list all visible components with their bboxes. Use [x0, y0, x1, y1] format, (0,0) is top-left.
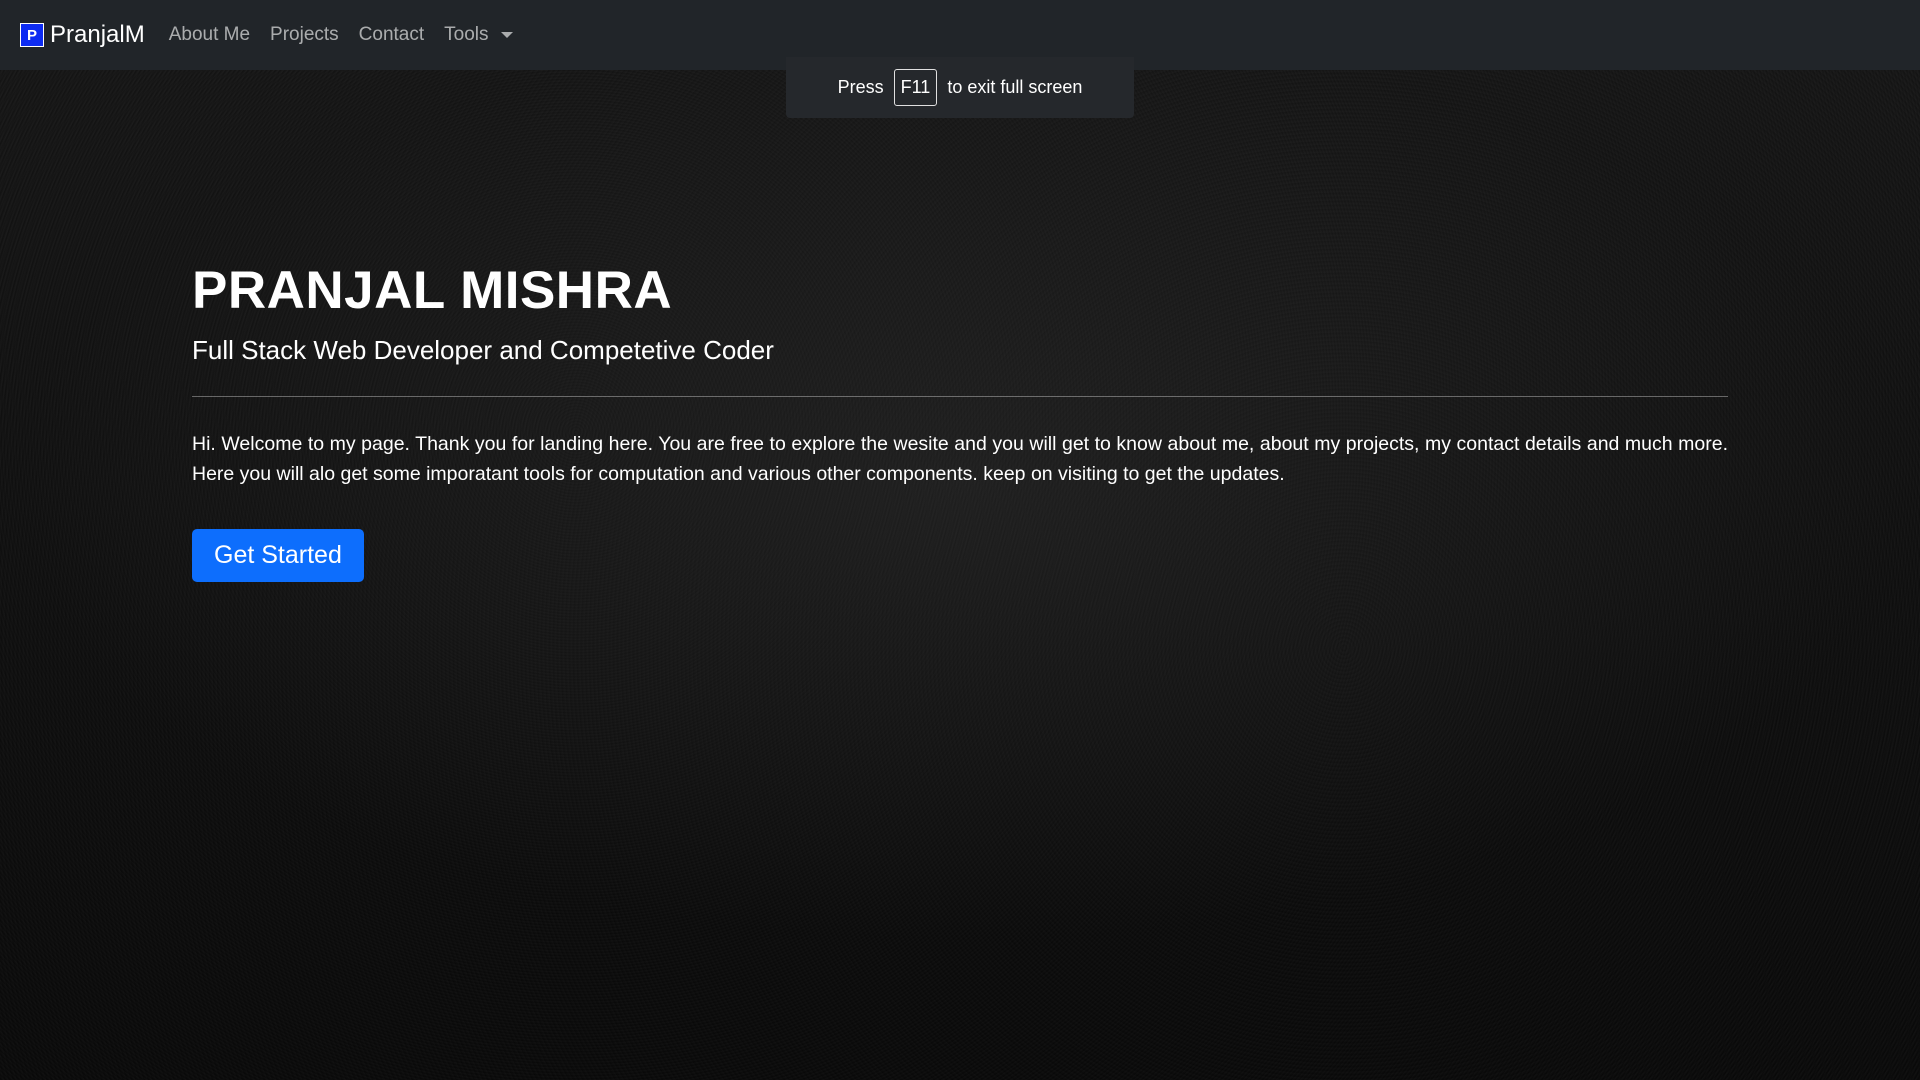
- nav-link-projects[interactable]: Projects: [270, 24, 339, 46]
- nav-link-contact[interactable]: Contact: [359, 24, 424, 46]
- nav-dropdown-tools[interactable]: Tools: [444, 24, 513, 46]
- fullscreen-notice-prefix: Press: [837, 77, 884, 97]
- nav-link-about-me[interactable]: About Me: [169, 24, 250, 46]
- fullscreen-notice-suffix: to exit full screen: [947, 77, 1083, 97]
- fullscreen-exit-notice: Press F11 to exit full screen: [786, 57, 1134, 118]
- f11-key-badge: F11: [893, 69, 938, 106]
- hero-divider: [192, 396, 1728, 397]
- brand-link[interactable]: P PranjalM: [20, 21, 145, 49]
- nav-dropdown-tools-label: Tools: [444, 24, 489, 45]
- brand-name: PranjalM: [50, 21, 145, 48]
- hero-title: PRANJAL MISHRA: [192, 261, 673, 320]
- hero-section: PRANJAL MISHRA Full Stack Web Developer …: [192, 260, 1728, 582]
- caret-down-icon: [500, 32, 513, 38]
- hero-description: Hi. Welcome to my page. Thank you for la…: [192, 433, 1728, 485]
- hero-subtitle: Full Stack Web Developer and Competetive…: [192, 335, 774, 365]
- brand-logo-icon: P: [20, 23, 44, 47]
- get-started-button[interactable]: Get Started: [192, 529, 364, 582]
